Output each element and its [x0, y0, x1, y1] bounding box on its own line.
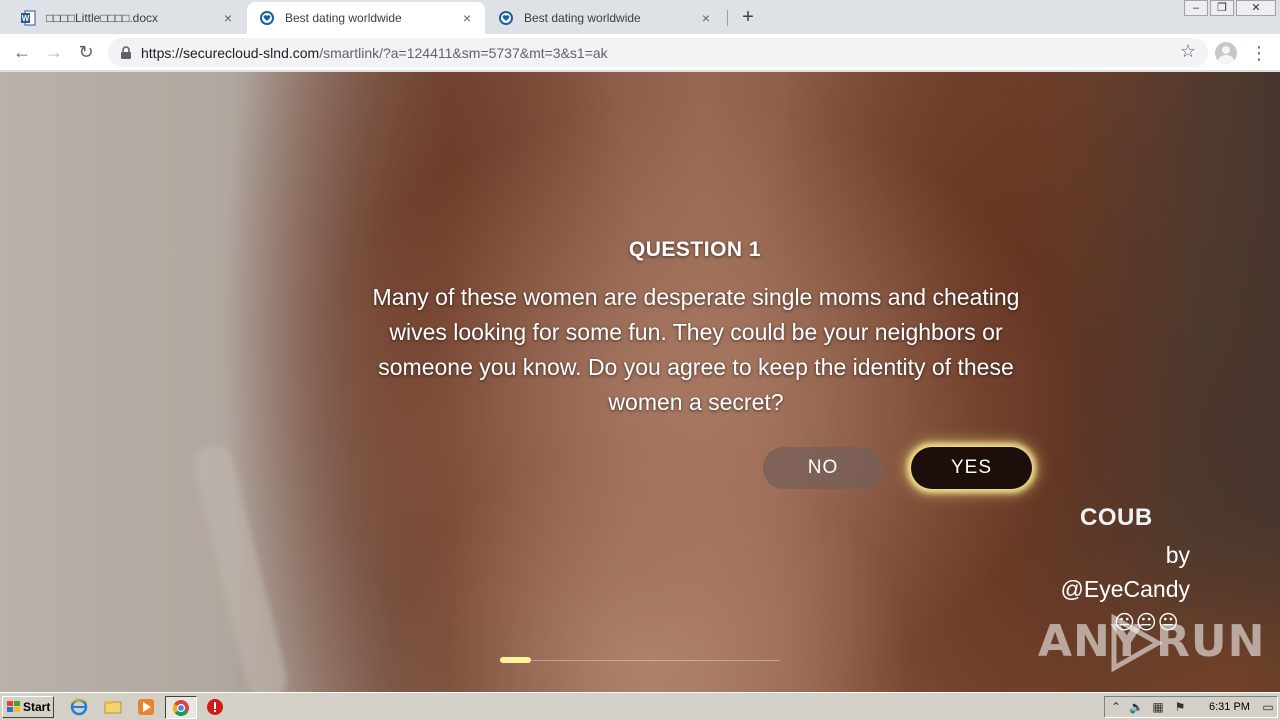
coub-by-text: by — [1165, 542, 1190, 568]
address-bar[interactable]: https://securecloud-slnd.com/smartlink/?… — [108, 38, 1208, 67]
bookmark-star-icon[interactable]: ☆ — [1180, 41, 1196, 62]
windows-flag-icon — [7, 701, 20, 712]
taskbar-chrome-active[interactable] — [165, 696, 197, 719]
chrome-icon — [173, 700, 189, 716]
stop-icon[interactable] — [206, 698, 224, 716]
network-icon[interactable]: ▦ — [1151, 700, 1165, 714]
browser-toolbar: ← → ↻ https://securecloud-slnd.com/smart… — [0, 34, 1280, 71]
word-doc-icon: W — [21, 10, 36, 26]
system-tray: ⌃ 🔈 ▦ ⚑ 6:31 PM ▭ — [1104, 696, 1278, 718]
tab-separator — [727, 10, 728, 26]
watermark-right-text: RUN — [1156, 616, 1266, 667]
coub-username: @EyeCandy — [1060, 576, 1190, 602]
volume-icon[interactable]: 🔈 — [1129, 700, 1144, 714]
media-player-icon[interactable] — [137, 698, 155, 716]
start-label: Start — [23, 700, 51, 714]
yes-button[interactable]: YES — [911, 447, 1032, 489]
close-icon[interactable]: × — [220, 10, 236, 26]
progress-track — [500, 660, 780, 661]
profile-avatar-icon[interactable] — [1215, 42, 1237, 64]
tab-dating[interactable]: Best dating worldwide × — [486, 2, 724, 34]
url-path: /smartlink/?a=124411&sm=5737&mt=3&s1=ak — [319, 45, 608, 61]
tab-title: Best dating worldwide — [285, 11, 402, 25]
show-desktop-icon[interactable]: ▭ — [1261, 700, 1275, 714]
no-button[interactable]: NO — [763, 447, 883, 489]
close-icon[interactable]: × — [698, 10, 714, 26]
tab-strip: W □□□□Little□□□□.docx × Best dating worl… — [0, 0, 1280, 34]
heart-shield-icon — [499, 11, 513, 25]
url-host: https://securecloud-slnd.com — [141, 45, 320, 61]
question-text: Many of these women are desperate single… — [372, 284, 1020, 415]
ie-icon[interactable] — [70, 698, 88, 716]
tab-title: □□□□Little□□□□.docx — [46, 11, 159, 25]
close-icon[interactable]: × — [459, 10, 475, 26]
close-window-icon[interactable]: ✕ — [1236, 0, 1276, 16]
action-center-flag-icon[interactable]: ⚑ — [1173, 700, 1187, 714]
new-tab-button[interactable]: + — [737, 6, 759, 28]
page-viewport: QUESTION 1 Many of these women are despe… — [0, 72, 1280, 692]
lock-icon — [121, 46, 131, 59]
heart-shield-icon — [260, 11, 274, 25]
svg-text:W: W — [22, 14, 30, 23]
tab-title: Best dating worldwide — [524, 11, 641, 25]
url-text: https://securecloud-slnd.com/smartlink/?… — [141, 45, 608, 61]
back-arrow-icon[interactable]: ← — [10, 40, 34, 64]
forward-arrow-icon[interactable]: → — [42, 40, 66, 64]
windows-taskbar: Start ⌃ 🔈 ▦ ⚑ 6:31 PM ▭ — [0, 692, 1280, 720]
question-title: QUESTION 1 — [628, 238, 762, 261]
tray-expand-icon[interactable]: ⌃ — [1109, 700, 1123, 714]
restore-icon[interactable]: ❐ — [1210, 0, 1234, 16]
play-triangle-icon — [1111, 614, 1162, 672]
minimize-icon[interactable]: – — [1184, 0, 1208, 16]
tab-dating-active[interactable]: Best dating worldwide × — [247, 2, 485, 34]
taskbar-clock[interactable]: 6:31 PM — [1209, 701, 1250, 713]
coub-brand: COUB — [1080, 504, 1153, 531]
folder-icon[interactable] — [104, 698, 122, 716]
reload-icon[interactable]: ↻ — [74, 40, 98, 64]
window-controls: – ❐ ✕ — [1182, 0, 1276, 18]
progress-fill — [500, 657, 531, 663]
kebab-menu-icon[interactable]: ⋮ — [1250, 42, 1268, 64]
start-button[interactable]: Start — [2, 696, 54, 718]
tab-word-doc[interactable]: W □□□□Little□□□□.docx × — [8, 2, 246, 34]
anyrun-watermark: ANY RUN — [1038, 612, 1264, 672]
